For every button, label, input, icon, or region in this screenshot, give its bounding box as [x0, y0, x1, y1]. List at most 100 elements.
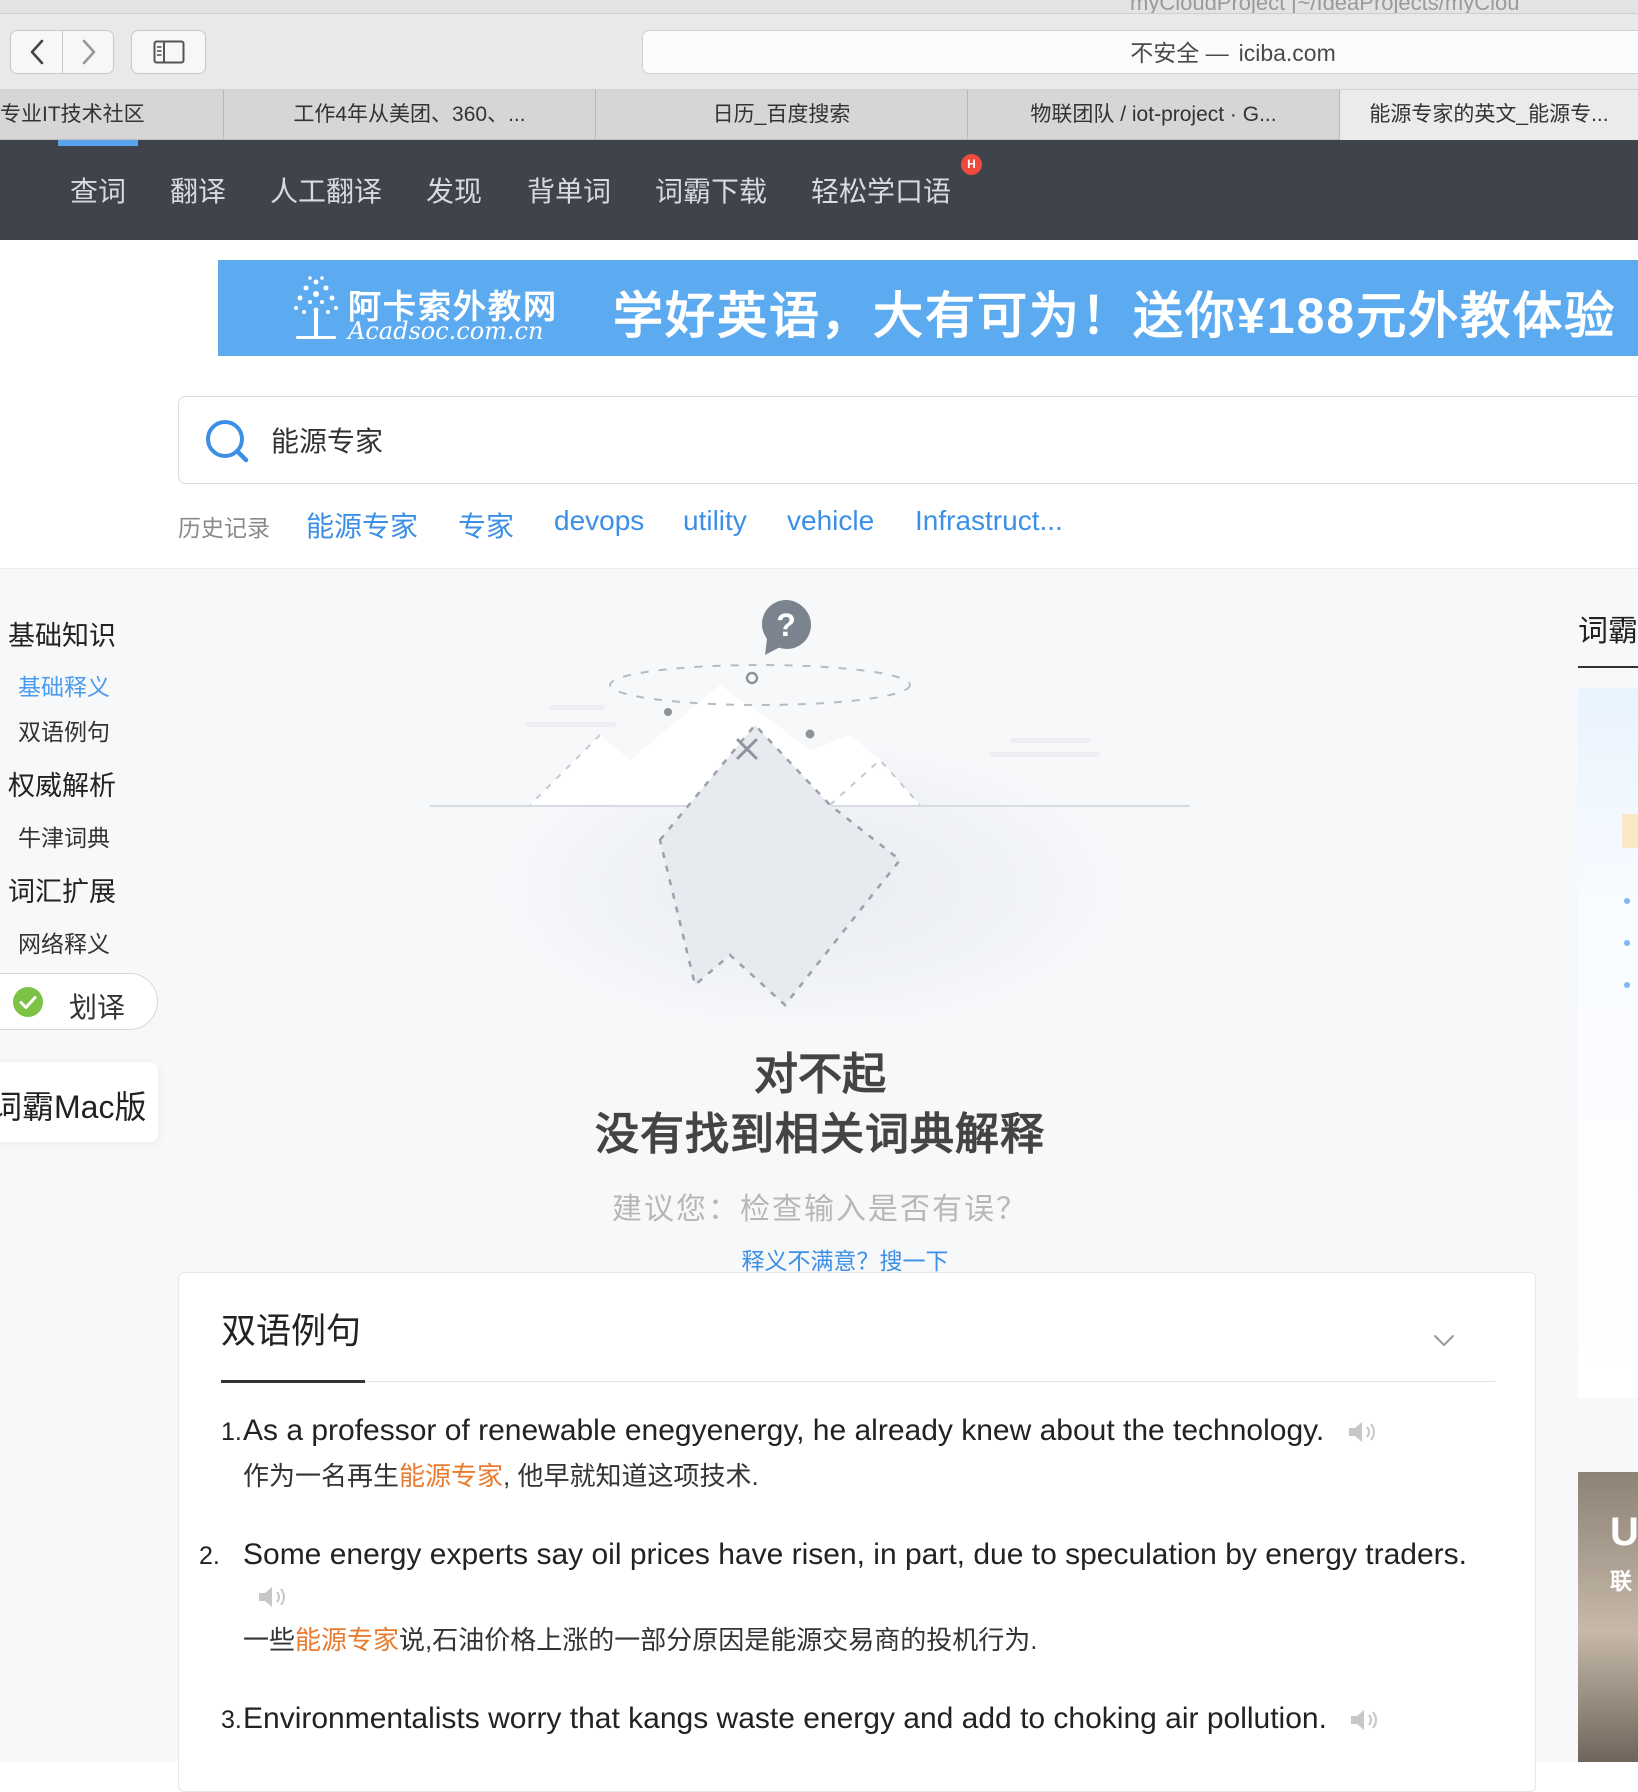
history-label: 历史记录 [178, 515, 270, 541]
left-nav-item-bilingual[interactable]: 双语例句 [18, 713, 110, 747]
tab-bar: 专业IT技术社区 工作4年从美团、360、... 日历_百度搜索 物联团队 / … [0, 90, 1638, 140]
example-number: 3. [221, 1706, 242, 1734]
example-chinese: 作为一名再生能源专家, 他早就知道这项技术. [243, 1456, 1511, 1496]
sidebar-icon [153, 40, 184, 64]
nav-item-human-translate[interactable]: 人工翻译 [270, 170, 382, 210]
site-nav: 查词 翻译 人工翻译 发现 背单词 词霸下载 轻松学口语 H [0, 140, 1638, 240]
history-item[interactable]: 专家 [458, 505, 514, 545]
example-item: 1.As a professor of renewable enegyenerg… [221, 1411, 1511, 1496]
chevron-down-icon[interactable] [1431, 1327, 1457, 1353]
example-number: 1. [221, 1418, 242, 1446]
window-title: myCloudProject [~/IdeaProjects/myClou [1130, 0, 1520, 14]
example-english: 2. Some energy experts say oil prices hav… [199, 1535, 1511, 1616]
right-panel-underline [1578, 666, 1638, 668]
example-highlight: 能源专家 [399, 1461, 504, 1491]
tab-iciba[interactable]: 能源专家的英文_能源专... [1340, 90, 1638, 140]
example-highlight: 能源专家 [295, 1625, 400, 1655]
history-item[interactable]: 能源专家 [306, 505, 418, 545]
mac-version-card[interactable]: 词霸Mac版 [0, 1062, 158, 1142]
example-english-text: Some energy experts say oil prices have … [243, 1538, 1467, 1571]
tab-label: 专业IT技术社区 [0, 103, 145, 126]
chevron-left-icon [30, 39, 43, 65]
svg-text:?: ? [776, 607, 796, 643]
nav-item-discover[interactable]: 发现 [426, 170, 482, 210]
address-text: 不安全 — iciba.com [643, 31, 1638, 75]
check-icon [13, 987, 43, 1017]
address-domain: iciba.com [1238, 40, 1336, 66]
forward-button[interactable] [63, 31, 115, 73]
example-english: 3.Environmentalists worry that kangs was… [221, 1699, 1511, 1740]
bullet-dot [1624, 940, 1630, 946]
right-promo-card[interactable] [1578, 688, 1638, 1398]
examples-divider [221, 1381, 1495, 1382]
banner-slogan: 学好英语，大有可为！送你¥188元外教体验 [613, 288, 1617, 344]
back-button[interactable] [11, 31, 63, 73]
examples-title-underline [221, 1380, 365, 1383]
history-nav [10, 30, 114, 74]
left-nav-item-oxford[interactable]: 牛津词典 [18, 819, 110, 853]
speaker-icon[interactable] [1343, 1417, 1381, 1447]
examples-title: 双语例句 [221, 1312, 362, 1351]
empty-state-subtitle: 没有找到相关词典解释 [595, 1110, 1045, 1159]
empty-state-suggestion: 建议您：检查输入是否有误？ [612, 1193, 1028, 1226]
banner-brand-en: Acadsoc.com.cn [348, 317, 544, 345]
example-english-text: Environmentalists worry that kangs waste… [243, 1702, 1327, 1735]
history-item[interactable]: utility [683, 505, 747, 537]
nav-item-vocabulary[interactable]: 背单词 [527, 170, 611, 210]
bullet-dot [1624, 982, 1630, 988]
sidebar-toggle-button[interactable] [131, 30, 206, 74]
huayi-toggle[interactable]: 划译 [0, 973, 158, 1030]
mac-version-label: 词霸Mac版 [0, 1089, 147, 1125]
search-again-link[interactable]: 释义不满意？搜一下 [450, 1242, 1240, 1276]
example-item: 3.Environmentalists worry that kangs was… [221, 1699, 1511, 1740]
nav-item-translate[interactable]: 翻译 [170, 170, 226, 210]
tab-iot-project[interactable]: 物联团队 / iot-project · G... [968, 90, 1340, 140]
left-nav-group-basic[interactable]: 基础知识 [8, 614, 116, 653]
empty-state-title: 对不起 [754, 1050, 886, 1099]
hot-badge: H [961, 154, 982, 175]
tree-logo-icon [294, 276, 338, 339]
nav-item-download[interactable]: 词霸下载 [655, 170, 767, 210]
history-item[interactable]: vehicle [787, 505, 874, 537]
history-item[interactable]: Infrastruct... [915, 505, 1063, 537]
browser-toolbar: 不安全 — iciba.com [0, 14, 1638, 90]
tab-calendar[interactable]: 日历_百度搜索 [596, 90, 968, 140]
tab-label: 物联团队 / iot-project · G... [1030, 103, 1277, 126]
speaker-icon[interactable] [253, 1582, 291, 1612]
left-nav-group-vocab[interactable]: 词汇扩展 [8, 870, 116, 909]
security-label: 不安全 — [1130, 40, 1229, 66]
search-box [178, 396, 1638, 484]
example-chinese: 一些能源专家说,石油价格上涨的一部分原因是能源交易商的投机行为. [243, 1620, 1511, 1660]
huayi-label: 划译 [69, 992, 126, 1023]
example-chinese-text: , 他早就知道这项技术. [503, 1461, 759, 1491]
nav-item-lookup[interactable]: 查词 [70, 170, 126, 210]
left-nav-item-basic-meaning[interactable]: 基础释义 [18, 668, 110, 702]
left-nav-item-web-meaning[interactable]: 网络释义 [18, 925, 110, 959]
example-english-text: As a professor of renewable enegyenergy,… [243, 1414, 1325, 1447]
not-found-illustration: ? [430, 600, 1190, 1020]
bilingual-examples-card: 双语例句 1.As a professor of renewable enegy… [178, 1272, 1536, 1792]
example-chinese-text: 说,石油价格上涨的一部分原因是能源交易商的投机行为. [399, 1625, 1038, 1655]
right-ad-text: U [1610, 1510, 1638, 1554]
address-bar[interactable]: 不安全 — iciba.com [642, 30, 1638, 74]
tab-csdn[interactable]: 专业IT技术社区 [0, 90, 224, 140]
promo-tag [1622, 814, 1638, 848]
right-panel-title: 词霸 [1578, 615, 1638, 648]
speaker-icon[interactable] [1345, 1705, 1383, 1735]
tab-label: 工作4年从美团、360、... [293, 103, 526, 126]
example-chinese-text: 作为一名再生 [243, 1461, 400, 1491]
search-input[interactable] [269, 397, 1569, 483]
history-item[interactable]: devops [554, 505, 644, 537]
nav-item-speaking[interactable]: 轻松学口语 [811, 170, 951, 210]
left-nav-group-authority[interactable]: 权威解析 [8, 764, 116, 803]
tab-label: 能源专家的英文_能源专... [1369, 103, 1609, 126]
example-chinese-text: 一些 [243, 1625, 296, 1655]
example-number: 2. [199, 1542, 220, 1570]
tab-label: 日历_百度搜索 [712, 103, 851, 126]
right-side-ad[interactable]: U 联 [1578, 1472, 1638, 1762]
ad-banner[interactable]: 阿卡索外教网 Acadsoc.com.cn 学好英语，大有可为！送你¥188元外… [218, 260, 1638, 356]
example-english: 1.As a professor of renewable enegyenerg… [221, 1411, 1511, 1452]
search-icon[interactable] [203, 417, 251, 465]
chevron-right-icon [82, 39, 96, 65]
tab-article[interactable]: 工作4年从美团、360、... [224, 90, 596, 140]
